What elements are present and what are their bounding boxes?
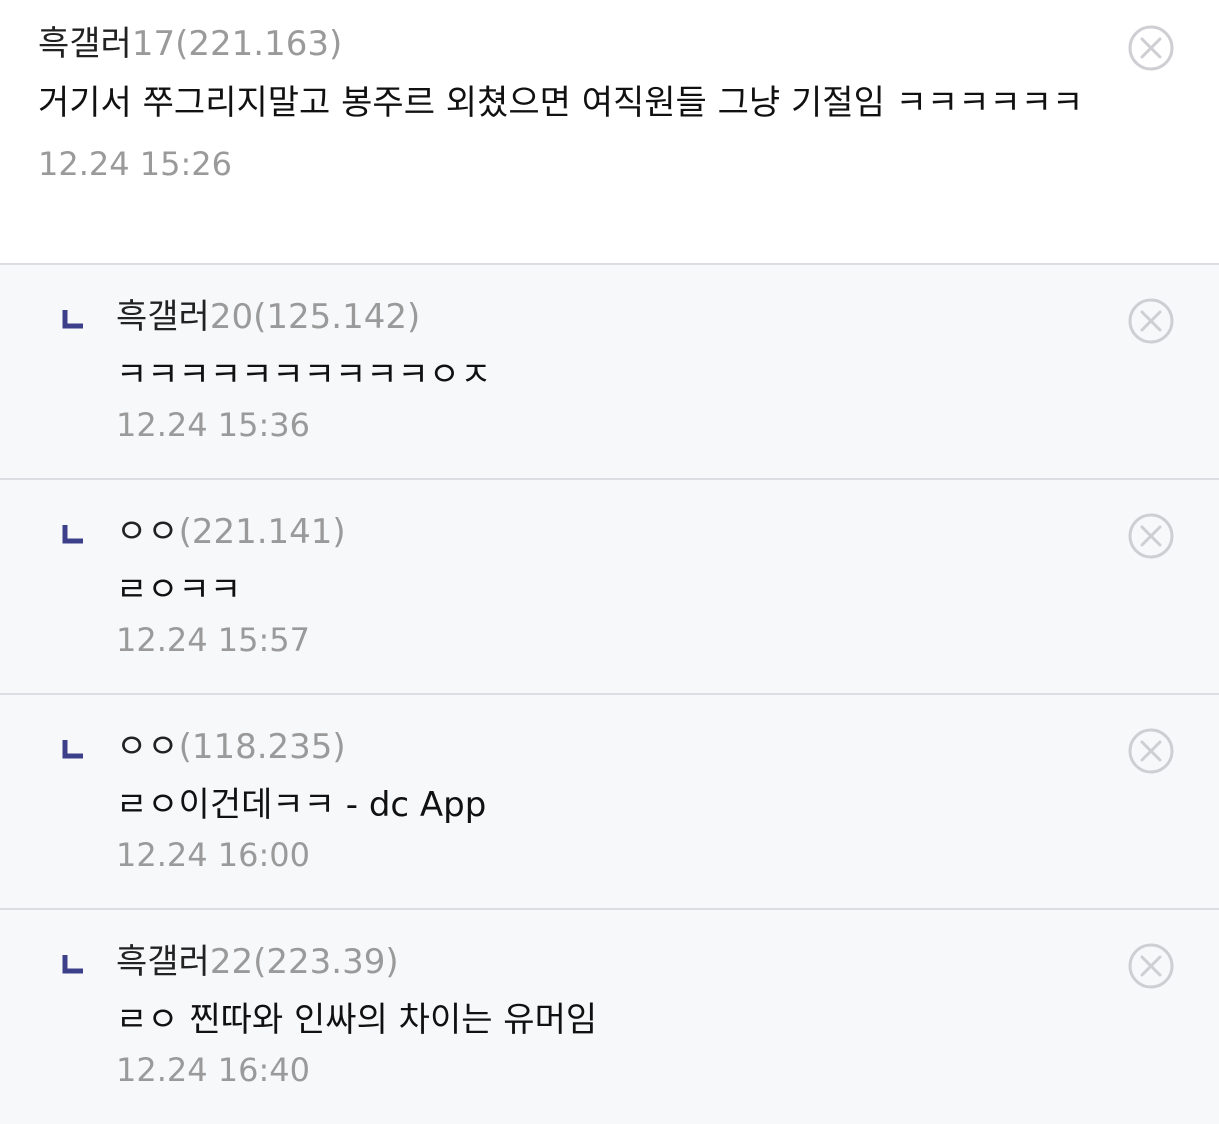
comment-timestamp: 12.24 15:36	[116, 406, 310, 444]
author-nickname[interactable]: 흑갤러	[116, 942, 210, 982]
comment-meta: 흑갤러22(223.39)	[116, 940, 1109, 984]
reply-arrow-icon	[62, 310, 83, 329]
comment-meta: ㅇㅇ(118.235)	[116, 725, 1109, 769]
comment-thread: 흑갤러17(221.163) 거기서 쭈그리지말고 봉주르 외쳤으면 여직원들 …	[0, 0, 1219, 1124]
author-ip: (118.235)	[178, 727, 346, 767]
reply-comment: 흑갤러22(223.39) ㄹㅇ 찐따와 인싸의 차이는 유머임 12.24 1…	[0, 910, 1219, 1124]
author-number: 20	[209, 297, 254, 337]
comment-timestamp: 12.24 16:40	[116, 1051, 310, 1089]
comment-timestamp: 12.24 16:00	[116, 836, 310, 874]
comment-text: ㄹㅇ이건데ㅋㅋ - dc App	[116, 785, 487, 825]
author-ip: (221.163)	[175, 24, 343, 64]
author-number: 17	[131, 24, 176, 64]
comment: 흑갤러17(221.163) 거기서 쭈그리지말고 봉주르 외쳤으면 여직원들 …	[0, 0, 1219, 265]
comment-text: ㅋㅋㅋㅋㅋㅋㅋㅋㅋㅋㅇㅈ	[116, 355, 492, 395]
comment-meta: 흑갤러17(221.163)	[38, 22, 1109, 66]
close-circle-icon	[1128, 943, 1174, 989]
author-ip: (223.39)	[253, 942, 399, 982]
author-nickname[interactable]: 흑갤러	[38, 24, 132, 64]
comment-meta: ㅇㅇ(221.141)	[116, 510, 1109, 554]
comment-timestamp: 12.24 15:57	[116, 621, 310, 659]
comment-text: 거기서 쭈그리지말고 봉주르 외쳤으면 여직원들 그냥 기절임 ㅋㅋㅋㅋㅋㅋ	[38, 83, 1084, 123]
comment-text: ㄹㅇ 찐따와 인싸의 차이는 유머임	[116, 1000, 598, 1040]
close-circle-icon	[1128, 25, 1174, 71]
comment-meta: 흑갤러20(125.142)	[116, 295, 1109, 339]
comment-timestamp: 12.24 15:26	[38, 145, 232, 183]
author-ip: (221.141)	[178, 512, 346, 552]
reply-arrow-icon	[62, 525, 83, 544]
reply-comment: ㅇㅇ(221.141) ㄹㅇㅋㅋ 12.24 15:57	[0, 480, 1219, 695]
close-circle-icon	[1128, 298, 1174, 344]
delete-comment-button[interactable]	[1127, 727, 1175, 775]
close-circle-icon	[1128, 513, 1174, 559]
author-nickname[interactable]: ㅇㅇ	[116, 727, 179, 767]
delete-comment-button[interactable]	[1127, 512, 1175, 560]
reply-comment: 흑갤러20(125.142) ㅋㅋㅋㅋㅋㅋㅋㅋㅋㅋㅇㅈ 12.24 15:36	[0, 265, 1219, 480]
close-circle-icon	[1128, 728, 1174, 774]
delete-comment-button[interactable]	[1127, 24, 1175, 72]
author-nickname[interactable]: ㅇㅇ	[116, 512, 179, 552]
delete-comment-button[interactable]	[1127, 942, 1175, 990]
delete-comment-button[interactable]	[1127, 297, 1175, 345]
author-number: 22	[209, 942, 254, 982]
author-nickname[interactable]: 흑갤러	[116, 297, 210, 337]
reply-arrow-icon	[62, 740, 83, 759]
reply-comment: ㅇㅇ(118.235) ㄹㅇ이건데ㅋㅋ - dc App 12.24 16:00	[0, 695, 1219, 910]
comment-text: ㄹㅇㅋㅋ	[116, 570, 242, 610]
reply-arrow-icon	[62, 955, 83, 974]
author-ip: (125.142)	[253, 297, 421, 337]
